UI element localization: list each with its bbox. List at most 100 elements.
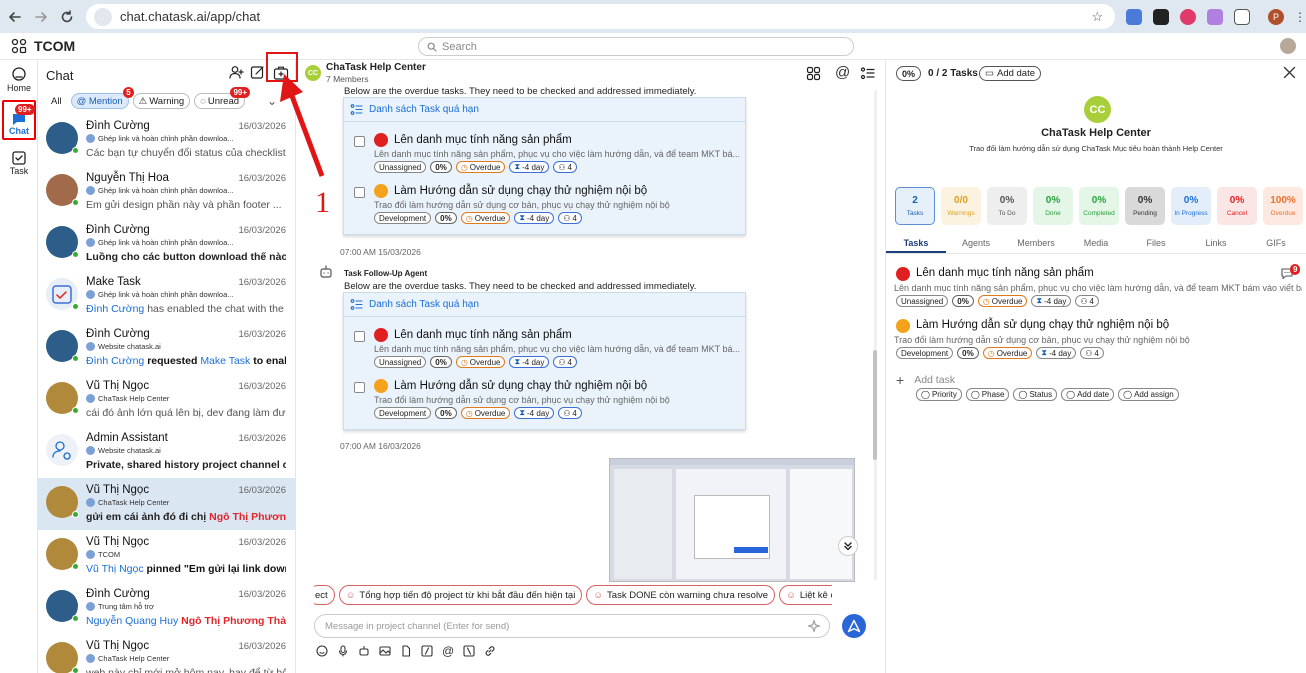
mention-icon[interactable]: @ [835,64,850,81]
add-priority-chip[interactable]: ◯ Priority [916,388,962,401]
tab-members[interactable]: Members [1006,234,1066,253]
extensions-puzzle-icon[interactable] [1234,8,1251,25]
tab-links[interactable]: Links [1186,234,1246,253]
address-bar[interactable]: chat.chatask.ai/app/chat ☆ [85,4,1116,29]
task-title[interactable]: Làm Hướng dẫn sử dụng chạy thử nghiệm nộ… [394,185,647,197]
microphone-icon[interactable] [337,645,349,657]
forward-icon[interactable] [30,6,52,28]
add-date-button[interactable]: ▭ Add date [979,66,1042,81]
purple-extension-icon[interactable] [1207,8,1224,25]
conversation-item[interactable]: Vũ Thị Ngọc 16/03/2026 ChaTask Help Cent… [38,634,296,673]
profile-icon[interactable]: P [1268,8,1284,25]
members-tag[interactable]: ⚇ 4 [553,356,577,368]
command-icon[interactable] [421,645,433,657]
mention-name[interactable]: Đình Cường [86,355,144,367]
mention-name[interactable]: Đình Cường [86,303,144,315]
conversation-item[interactable]: Vũ Thị Ngọc 16/03/2026 ChaTask Help Cent… [38,478,296,530]
conversation-item[interactable]: Admin Assistant 16/03/2026 Website chata… [38,426,296,478]
slash-command-icon[interactable] [463,645,475,657]
color-extension-icon[interactable] [1180,8,1197,25]
task-title[interactable]: Lên danh mục tính năng sản phẩm [394,134,572,146]
translate-extension-icon[interactable] [1126,8,1143,25]
app-grid-icon[interactable] [11,38,27,54]
members-tag[interactable]: ⚇ 4 [1075,295,1099,307]
stat-card[interactable]: 0% Cancel [1217,187,1257,225]
stat-card[interactable]: 0% To Do [987,187,1027,225]
search-input[interactable]: Search [418,37,854,56]
emoji-icon[interactable] [316,645,328,657]
new-chat-icon[interactable] [250,65,265,80]
stat-card[interactable]: 100% Overdue [1263,187,1303,225]
site-info-icon[interactable] [93,7,112,26]
prompt-suggestion-chip[interactable]: ☺ Tổng hợp tiến độ project từ khi bắt đầu… [338,585,583,605]
task-checkbox[interactable] [354,331,365,342]
conversation-item[interactable]: Đình Cường 16/03/2026 Ghép link và hoàn … [38,114,296,166]
stat-card[interactable]: 0% Pending [1125,187,1165,225]
screenshot-image[interactable] [609,458,855,582]
task-list-icon[interactable] [860,66,875,81]
tab-tasks[interactable]: Tasks [886,234,946,253]
agent-icon[interactable] [358,645,370,657]
stat-card[interactable]: 0% In Progress [1171,187,1211,225]
conversation-item[interactable]: Nguyễn Thị Hoa 16/03/2026 Ghép link và h… [38,166,296,218]
mention-name[interactable]: Ngô Thị Phương Thảo [178,615,286,627]
task-checkbox[interactable] [354,382,365,393]
chat-scrollbar[interactable] [873,350,877,460]
filter-more-chevron-icon[interactable]: ⌄ [267,94,277,108]
mention-name[interactable]: Nguyễn Quang Huy [86,615,178,627]
ai-sparkle-icon[interactable] [807,619,821,633]
at-sign-icon[interactable]: @ [442,645,454,657]
members-tag[interactable]: ⚇ 4 [553,161,577,173]
conversation-item[interactable]: Đình Cường 16/03/2026 Trung tâm hỗ trợ N… [38,582,296,634]
browser-menu-icon[interactable]: ⋮ [1294,10,1306,24]
link-icon[interactable] [484,645,496,657]
bookmark-star-icon[interactable]: ☆ [1091,9,1103,25]
add-task-button[interactable]: + Add task [896,372,955,388]
image-icon[interactable] [379,645,391,657]
add-add-assign-chip[interactable]: ◯ Add assign [1118,388,1179,401]
channel-title[interactable]: ChaTask Help Center [326,62,426,73]
assignee-tag[interactable]: Development [374,212,432,224]
tab-agents[interactable]: Agents [946,234,1006,253]
comment-icon[interactable]: 9 [1279,264,1301,282]
stat-card[interactable]: 0% Done [1033,187,1073,225]
conversation-item[interactable]: Vũ Thị Ngọc 16/03/2026 ChaTask Help Cent… [38,374,296,426]
add-add-date-chip[interactable]: ◯ Add date [1061,388,1115,401]
assignee-tag[interactable]: Development [896,347,954,359]
send-button[interactable] [842,614,866,638]
stat-card[interactable]: 0% Completed [1079,187,1119,225]
add-phase-chip[interactable]: ◯ Phase [965,388,1010,401]
rail-chat[interactable]: 99+ Chat [2,100,36,140]
task-title[interactable]: Lên danh mục tính năng sản phẩm [916,267,1094,279]
stat-card[interactable]: 0/0 Warnings [941,187,981,225]
reload-icon[interactable] [56,6,78,28]
filter-mention[interactable]: @ Mention 5 [70,87,134,109]
prompt-suggestion-chip[interactable]: ect [314,585,335,605]
mention-name[interactable]: Ngô Thị Phương Thả... [209,511,286,523]
task-title[interactable]: Làm Hướng dẫn sử dụng chạy thử nghiệm nộ… [394,380,647,392]
fx-extension-icon[interactable] [1153,8,1170,25]
tab-gifs[interactable]: GIFs [1246,234,1306,253]
conversation-item[interactable]: Đình Cường 16/03/2026 Website chatask.ai… [38,322,296,374]
task-title[interactable]: Lên danh mục tính năng sản phẩm [394,329,572,341]
task-title[interactable]: Làm Hướng dẫn sử dụng chạy thử nghiệm nộ… [916,319,1169,331]
filter-warning[interactable]: ⚠ Warning [132,93,191,109]
prompt-suggestion-chip[interactable]: ☺ Task DONE còn warning chưa resolve [586,585,776,605]
assignee-tag[interactable]: Development [374,407,432,419]
add-status-chip[interactable]: ◯ Status [1013,388,1058,401]
assignee-tag[interactable]: Unassigned [374,356,427,368]
task-checkbox[interactable] [354,187,365,198]
filter-unread[interactable]: ◌ Unread 99+ [194,87,251,109]
mention-name[interactable]: Make Task [200,355,250,367]
task-checkbox[interactable] [354,136,365,147]
conversation-item[interactable]: Vũ Thị Ngọc 16/03/2026 TCOM Vũ Thị Ngọc … [38,530,296,582]
channel-members[interactable]: 7 Members [326,74,369,84]
apps-icon[interactable] [806,66,821,81]
filter-all[interactable]: All [46,93,67,109]
members-tag[interactable]: ⚇ 4 [1080,347,1104,359]
rail-task[interactable]: Task [2,150,36,176]
file-icon[interactable] [400,645,412,657]
back-icon[interactable] [4,6,26,28]
message-input[interactable]: Message in project channel (Enter for se… [314,614,830,638]
user-avatar[interactable] [1280,38,1296,54]
